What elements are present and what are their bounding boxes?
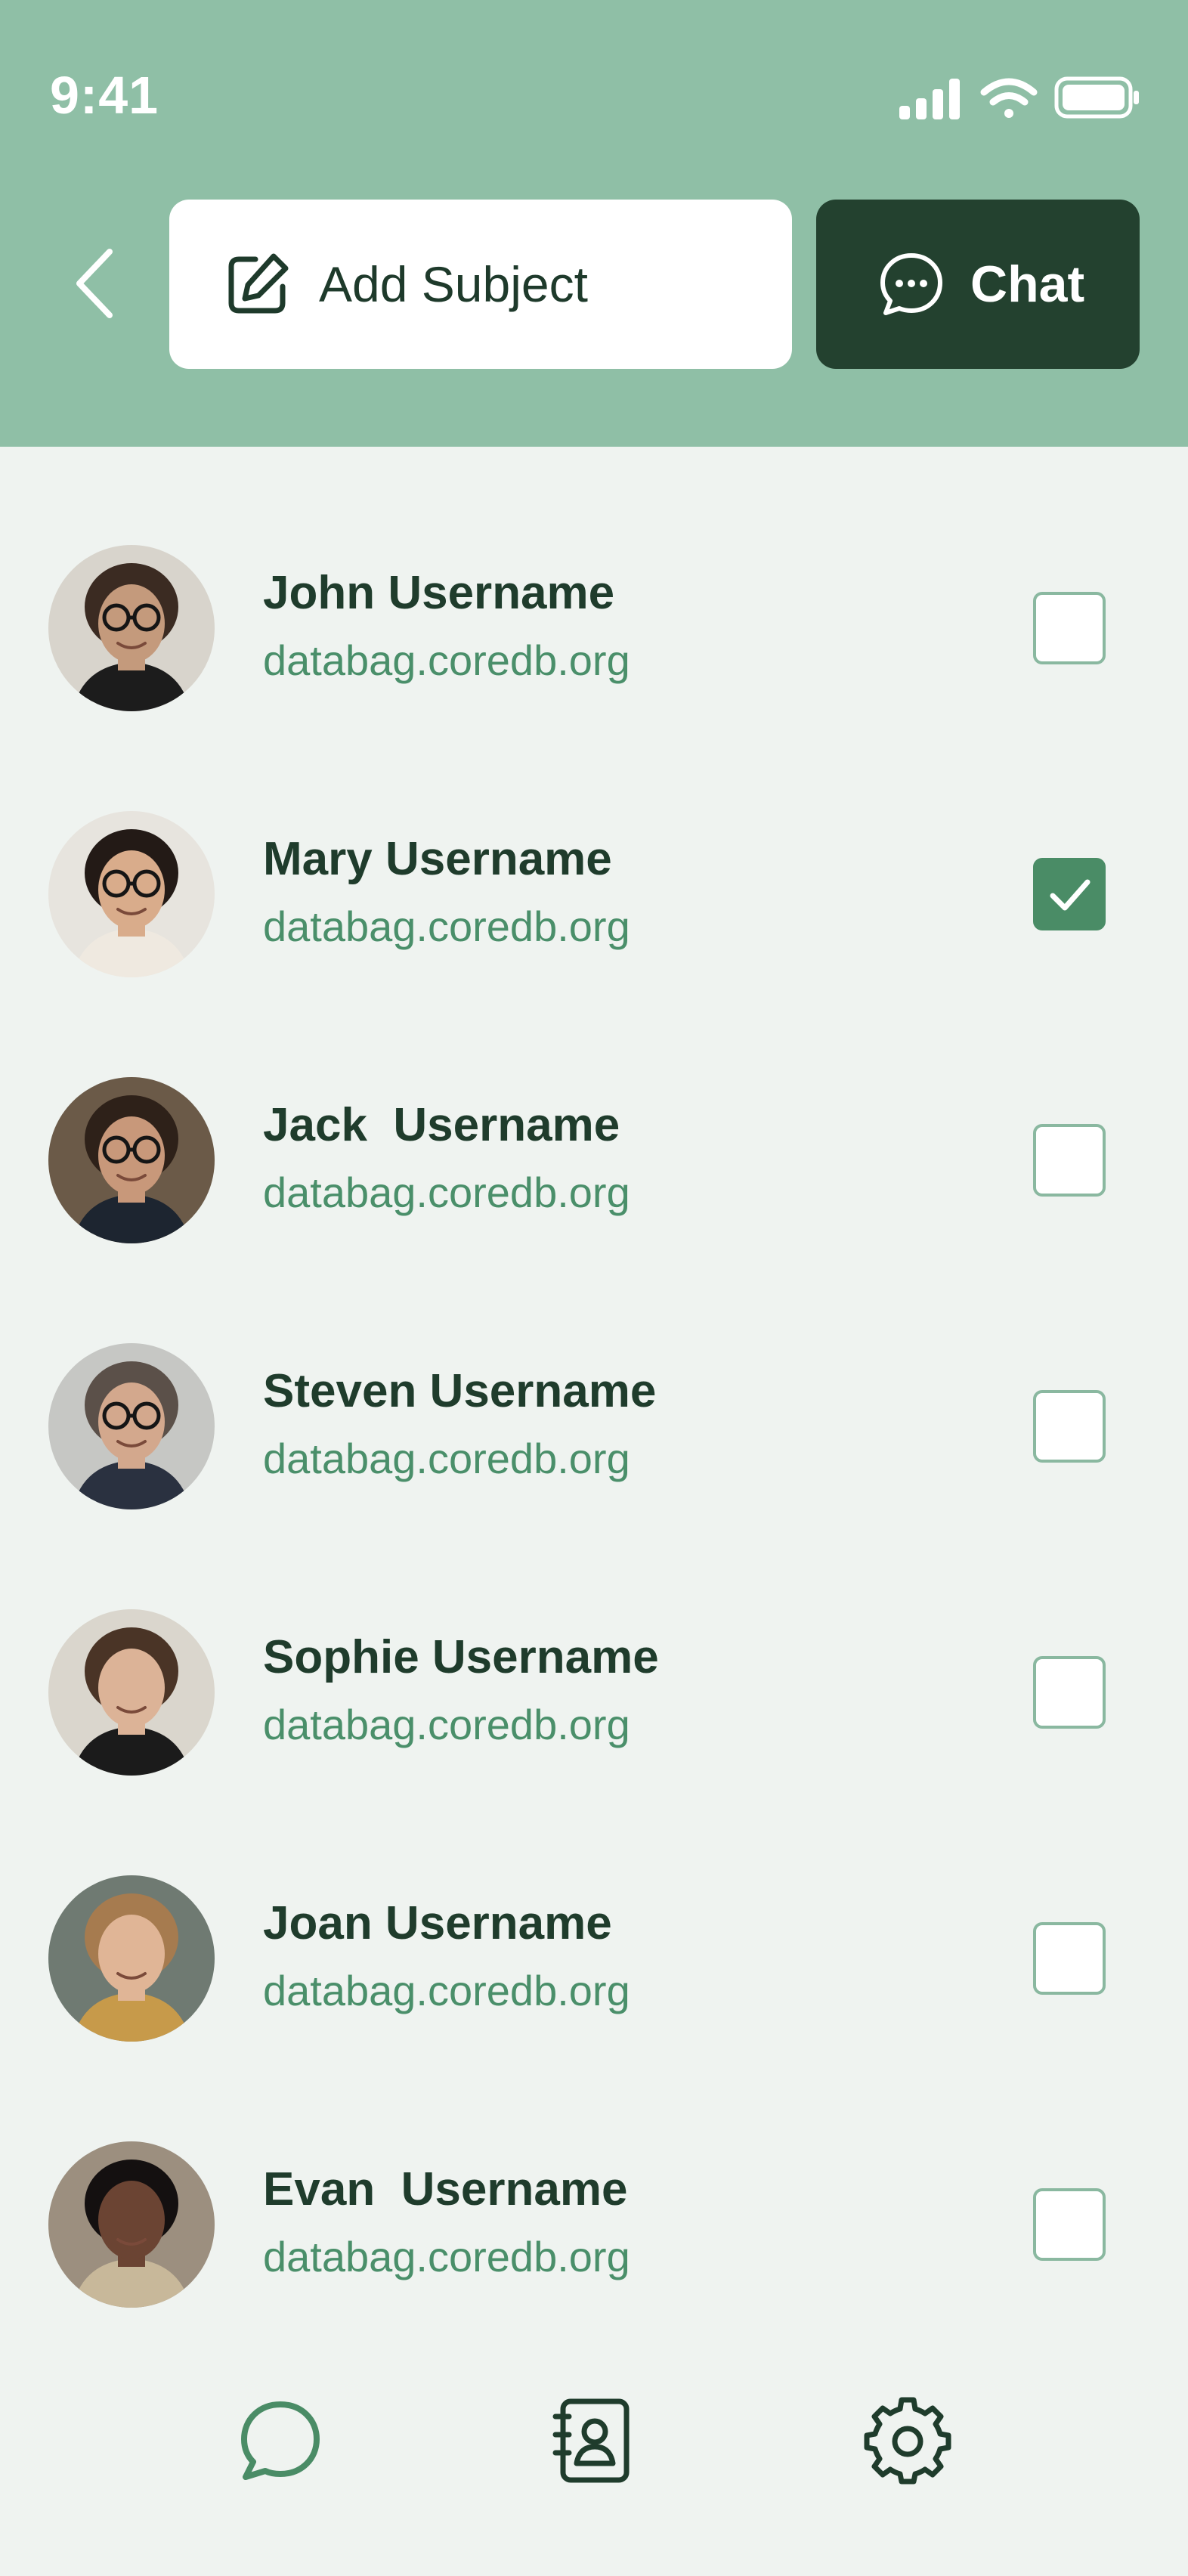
contact-name: Joan Username (263, 1897, 612, 1949)
contact-row[interactable]: Joan Username databag.coredb.org (0, 1777, 1188, 2043)
contact-domain: databag.coredb.org (263, 636, 630, 684)
chat-label: Chat (970, 255, 1085, 313)
contact-row[interactable]: John Username databag.coredb.org (0, 447, 1188, 713)
contact-domain: databag.coredb.org (263, 1169, 630, 1216)
contact-domain: databag.coredb.org (263, 903, 630, 950)
add-subject-field[interactable]: Add Subject (169, 200, 792, 369)
contact-name: Evan Username (263, 2163, 628, 2215)
select-checkbox[interactable] (1033, 1922, 1106, 1995)
nav-settings[interactable] (859, 2392, 957, 2490)
avatar (48, 811, 215, 977)
chat-bubble-icon (241, 2401, 320, 2480)
avatar (48, 1609, 215, 1776)
select-checkbox[interactable] (1033, 2188, 1106, 2261)
add-subject-label: Add Subject (319, 256, 588, 312)
contact-domain: databag.coredb.org (263, 1701, 630, 1748)
contact-name: Mary Username (263, 833, 612, 885)
chat-button[interactable]: Chat (816, 200, 1140, 369)
bottom-nav (0, 2331, 1188, 2576)
header: 9:41 Add Subject Chat (0, 0, 1188, 447)
chat-dots-icon (880, 253, 942, 315)
select-checkbox[interactable] (1033, 592, 1106, 664)
status-time: 9:41 (50, 66, 159, 125)
back-button[interactable] (60, 242, 128, 325)
avatar (48, 545, 215, 711)
contact-row[interactable]: Steven Username databag.coredb.org (0, 1245, 1188, 1511)
contact-name: Jack Username (263, 1099, 620, 1151)
settings-gear-icon (864, 2397, 951, 2485)
avatar (48, 1343, 215, 1509)
edit-icon (228, 253, 289, 314)
contact-name: Sophie Username (263, 1631, 659, 1683)
status-icons (899, 76, 1139, 119)
select-checkbox[interactable] (1033, 1656, 1106, 1729)
signal-icon (899, 79, 960, 119)
contact-row[interactable]: Mary Username databag.coredb.org (0, 713, 1188, 979)
contact-name: Steven Username (263, 1365, 657, 1417)
contact-domain: databag.coredb.org (263, 1435, 630, 1482)
avatar (48, 2141, 215, 2308)
avatar (48, 1077, 215, 1243)
contact-domain: databag.coredb.org (263, 2233, 630, 2280)
select-checkbox[interactable] (1033, 858, 1106, 930)
contact-name: John Username (263, 567, 615, 619)
contacts-book-icon (552, 2398, 630, 2483)
checkmark-icon (1050, 879, 1091, 911)
wifi-icon (980, 78, 1038, 118)
contact-row[interactable]: Jack Username databag.coredb.org (0, 979, 1188, 1245)
select-checkbox[interactable] (1033, 1124, 1106, 1197)
chevron-left-icon (76, 249, 113, 318)
contact-domain: databag.coredb.org (263, 1967, 630, 2014)
contact-row[interactable]: Evan Username databag.coredb.org (0, 2043, 1188, 2309)
battery-icon (1054, 76, 1139, 119)
nav-chat[interactable] (231, 2392, 329, 2490)
contact-row[interactable]: Sophie Username databag.coredb.org (0, 1511, 1188, 1777)
nav-contacts[interactable] (543, 2392, 641, 2490)
avatar (48, 1875, 215, 2042)
select-checkbox[interactable] (1033, 1390, 1106, 1463)
